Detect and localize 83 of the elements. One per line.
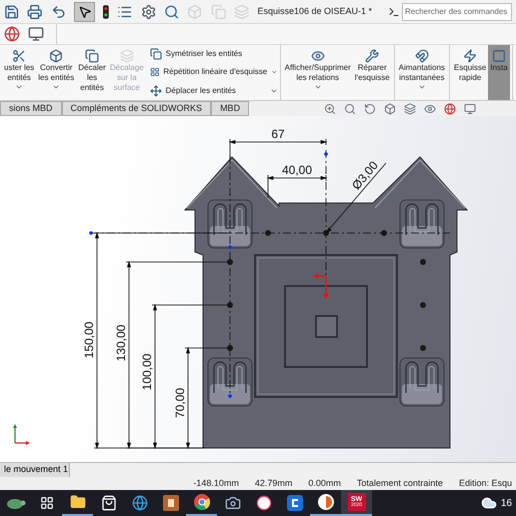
camera-icon[interactable]: [224, 495, 240, 511]
appearance-icon[interactable]: [444, 102, 456, 114]
tab[interactable]: le mouvement 1: [0, 463, 70, 477]
command-icon: [310, 49, 325, 63]
dimension-line: [266, 174, 328, 198]
app-icon[interactable]: [162, 495, 178, 511]
tab[interactable]: sions MBD: [0, 101, 62, 116]
ribbon-command[interactable]: Esquisse rapide: [452, 45, 488, 100]
ribbon-command[interactable]: Décaler les entités: [76, 45, 108, 100]
app-icon[interactable]: [286, 495, 302, 511]
browser-icon[interactable]: [132, 495, 148, 511]
dimension-value[interactable]: 150,00: [82, 322, 96, 358]
command-icon: [463, 49, 478, 63]
zoom-icon[interactable]: [324, 102, 336, 114]
caret-icon[interactable]: [52, 83, 60, 91]
command-icon: [150, 48, 162, 60]
print-icon[interactable]: [27, 4, 43, 20]
dimension-value[interactable]: 130,00: [114, 324, 128, 362]
monitor-icon[interactable]: [464, 102, 476, 114]
chrome-icon[interactable]: [194, 494, 210, 510]
search-icon[interactable]: [164, 4, 180, 20]
status-text: Edition: Esqu: [458, 476, 512, 490]
pointer-icon: [78, 4, 92, 18]
leader-line: [326, 162, 386, 234]
ribbon-command[interactable]: Réparer l'esquisse: [352, 45, 392, 100]
origin-icon: [313, 273, 329, 299]
slot: [208, 200, 252, 248]
ribbon-command[interactable]: Aimantations instantanées: [396, 45, 447, 100]
weather-icon[interactable]: [480, 495, 497, 511]
dimension-value[interactable]: 40,00: [282, 163, 312, 177]
appearance-icon[interactable]: [4, 26, 20, 42]
task-view-icon[interactable]: [40, 496, 54, 510]
ribbon-command[interactable]: Symétriser les entités: [166, 48, 278, 60]
window-title: Esquisse106 de OISEAU-1 *: [257, 4, 372, 18]
search-icon[interactable]: [344, 102, 356, 114]
ribbon-command[interactable]: Déplacer les entités: [166, 84, 266, 97]
tab[interactable]: Compléments de SOLIDWORKS: [62, 101, 212, 116]
save-icon[interactable]: [4, 4, 20, 20]
command-icon: [150, 66, 160, 78]
turtle-icon[interactable]: [4, 496, 26, 510]
ribbon-command[interactable]: Répétition linéaire d'esquisse: [163, 66, 268, 78]
ribbon-command[interactable]: Insta: [488, 45, 510, 100]
ribbon-command[interactable]: Convertir les entités: [36, 45, 76, 100]
rotate-icon[interactable]: [364, 102, 376, 114]
dimension-value[interactable]: 67: [271, 127, 285, 141]
undo-icon[interactable]: [50, 4, 66, 20]
slot: [208, 358, 252, 406]
ribbon-command[interactable]: uster les entités: [2, 45, 36, 100]
status-text: 42.79mm: [254, 476, 292, 490]
traffic-light-icon[interactable]: [103, 4, 110, 18]
monitor-icon[interactable]: [28, 26, 44, 42]
eye-icon[interactable]: [424, 102, 436, 114]
slot: [400, 200, 444, 248]
layers-icon[interactable]: [404, 102, 416, 114]
tab[interactable]: MBD: [211, 101, 250, 116]
store-icon[interactable]: [100, 495, 116, 511]
settings-icon[interactable]: [140, 4, 156, 20]
slot: [400, 358, 444, 406]
status-text: 0.00mm: [308, 476, 341, 490]
command-icon: [12, 49, 26, 63]
axis-triad-icon: [13, 424, 30, 445]
folder-icon[interactable]: [70, 494, 86, 510]
command-icon: [150, 84, 162, 97]
caret-icon[interactable]: [314, 83, 322, 91]
cube-icon[interactable]: [384, 102, 396, 114]
dimension-value[interactable]: 100,00: [140, 354, 154, 390]
command-icon: [492, 49, 506, 63]
command-icon: [365, 49, 380, 63]
command-icon: [414, 49, 429, 63]
app-icon[interactable]: [318, 494, 334, 510]
ribbon-command[interactable]: Afficher/Supprimer les relations: [282, 45, 353, 100]
terminal-icon[interactable]: [388, 6, 400, 18]
command-icon: [85, 49, 100, 63]
status-text: -148.10mm: [193, 476, 239, 490]
temperature-text: 16: [500, 496, 512, 510]
caret-icon[interactable]: [418, 83, 426, 91]
command-icon: [49, 49, 64, 63]
status-text: Totalement contrainte: [356, 476, 443, 490]
search-field[interactable]: Rechercher des commandes: [402, 2, 512, 20]
dimension-value[interactable]: 70,00: [173, 388, 187, 418]
caret-icon[interactable]: [15, 83, 24, 91]
command-icon: [120, 49, 134, 63]
select-tool[interactable]: [74, 2, 96, 22]
